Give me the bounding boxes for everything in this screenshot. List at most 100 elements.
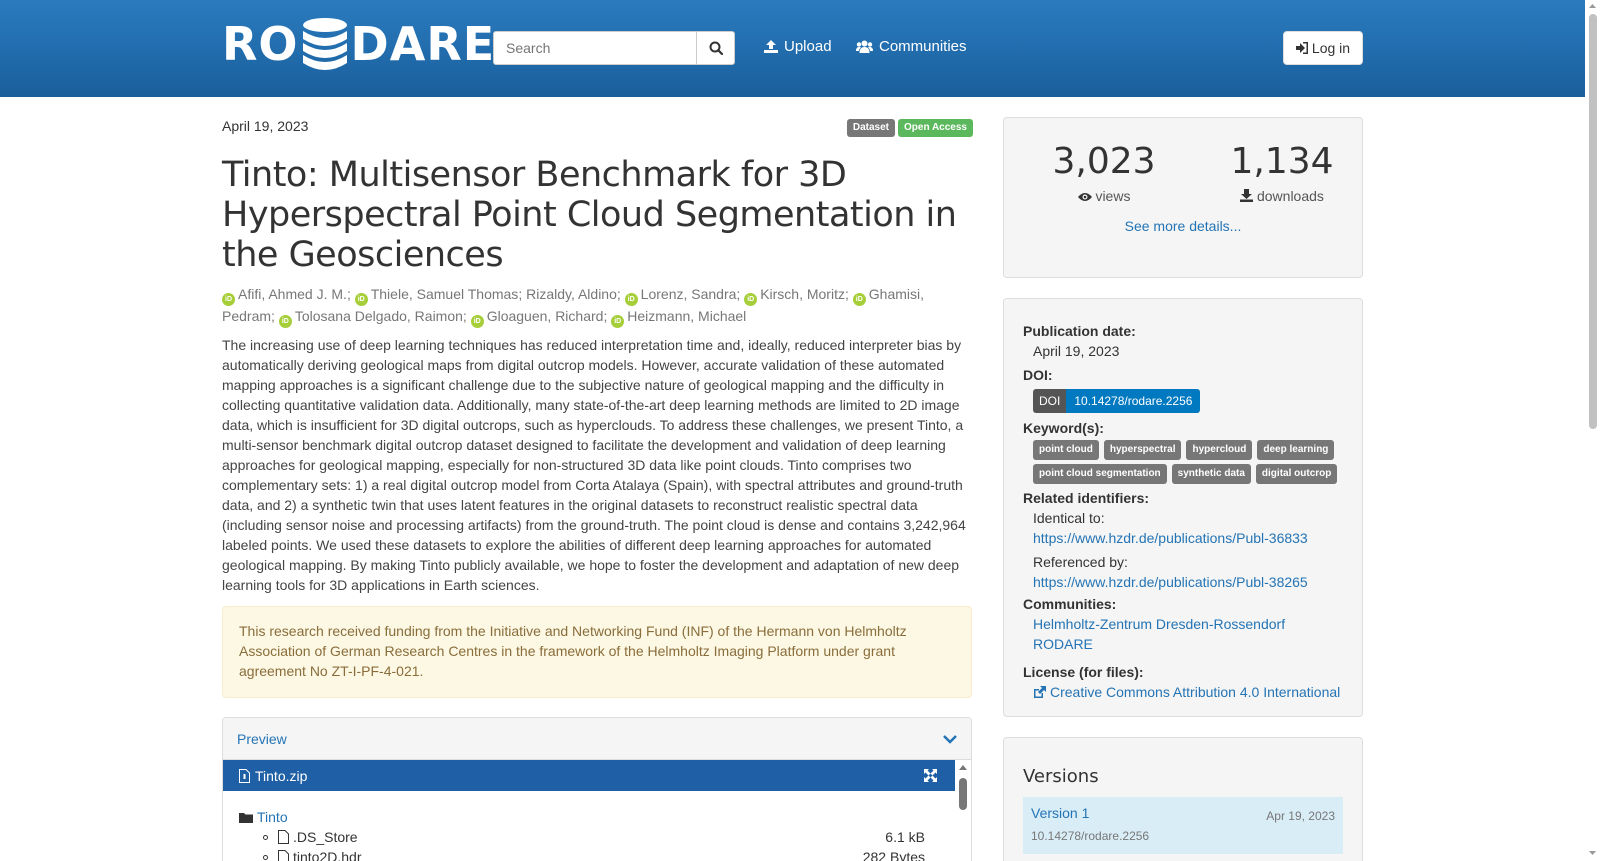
views-label: views <box>1095 188 1131 204</box>
expand-icon[interactable] <box>924 769 937 782</box>
keyword-badge[interactable]: hypercloud <box>1186 440 1253 460</box>
communities-meta-label: Communities: <box>1023 596 1117 612</box>
search-icon <box>709 41 723 55</box>
downloads-stat: 1,134 downloads <box>1202 140 1362 204</box>
rodare-logo[interactable]: RO DARE <box>222 16 495 72</box>
author-item: iD Afifi, Ahmed J. M. <box>222 286 347 306</box>
author-item: iD Tolosana Delgado, Raimon <box>278 308 463 328</box>
folder-link[interactable]: Tinto <box>257 809 288 825</box>
page-scrollbar-thumb[interactable] <box>1589 14 1597 429</box>
search-button[interactable] <box>696 31 735 65</box>
keyword-badge[interactable]: synthetic data <box>1171 464 1251 484</box>
file-icon <box>278 850 289 861</box>
file-item: .DS_Store 6.1 kB <box>239 827 925 847</box>
download-icon <box>1240 189 1254 202</box>
author-name: Afifi, Ahmed J. M. <box>238 286 347 302</box>
versions-title: Versions <box>1023 766 1099 787</box>
logo-text-left: RO <box>222 17 299 71</box>
downloads-label: downloads <box>1256 188 1324 204</box>
stats-panel: 3,023 views 1,134 downloads See more det… <box>1003 117 1363 278</box>
record-date: April 19, 2023 <box>222 118 309 134</box>
preview-scrollbar[interactable] <box>957 762 969 861</box>
upload-link[interactable]: Upload <box>764 38 832 55</box>
file-tree: Tinto .DS_Store 6.1 kB tinto2D.hdr 282 B… <box>223 791 955 861</box>
author-name: Gloaguen, Richard <box>486 308 604 324</box>
preview-label: Preview <box>237 730 287 747</box>
referenced-by-label: Referenced by: <box>1033 554 1128 570</box>
community-link-rodare[interactable]: RODARE <box>1033 636 1093 652</box>
author-name: Rizaldy, Aldino <box>526 286 617 302</box>
community-link-hzdr[interactable]: Helmholtz-Zentrum Dresden-Rossendorf <box>1033 616 1285 632</box>
users-icon <box>856 40 873 53</box>
file-icon <box>278 830 289 844</box>
author-item: iD Lorenz, Sandra <box>624 286 737 306</box>
search-input[interactable] <box>493 31 697 65</box>
file-item: tinto2D.hdr 282 Bytes <box>239 847 925 861</box>
database-icon <box>301 17 349 71</box>
orcid-icon[interactable]: iD <box>278 315 292 328</box>
orcid-icon[interactable]: iD <box>744 293 758 306</box>
file-size: 282 Bytes <box>862 849 925 861</box>
authors-list: iD Afifi, Ahmed J. M.; iD Thiele, Samuel T… <box>222 284 974 328</box>
author-item: iD Kirsch, Moritz <box>744 286 845 306</box>
author-name: Tolosana Delgado, Raimon <box>294 308 463 324</box>
file-name: tinto2D.hdr <box>293 849 362 861</box>
login-button[interactable]: Log in <box>1283 31 1363 65</box>
zip-file-icon <box>239 768 250 783</box>
sign-in-icon <box>1295 42 1308 54</box>
version-doi: 10.14278/rodare.2256 <box>1031 829 1150 843</box>
orcid-icon[interactable]: iD <box>624 293 638 306</box>
preview-file-name: Tinto.zip <box>255 767 308 784</box>
keyword-badge[interactable]: point cloud segmentation <box>1033 464 1167 484</box>
chevron-down-icon[interactable] <box>943 734 957 744</box>
file-name: .DS_Store <box>293 829 358 845</box>
record-title: Tinto: Multisensor Benchmark for 3D Hype… <box>222 155 957 275</box>
see-more-details-link[interactable]: See more details... <box>1004 218 1362 234</box>
communities-label: Communities <box>879 38 967 55</box>
communities-link[interactable]: Communities <box>856 38 967 55</box>
resource-type-badge: Dataset <box>846 119 895 137</box>
keyword-badge[interactable]: hyperspectral <box>1103 440 1182 460</box>
keywords-label: Keyword(s): <box>1023 420 1104 436</box>
author-item: iD Heizmann, Michael <box>611 308 747 328</box>
list-bullet <box>263 834 268 840</box>
license-link[interactable]: Creative Commons Attribution 4.0 Interna… <box>1033 682 1340 702</box>
orcid-icon[interactable]: iD <box>470 315 484 328</box>
views-count: 3,023 <box>1052 141 1156 182</box>
referenced-by-link[interactable]: https://www.hzdr.de/publications/Publ-38… <box>1033 574 1308 590</box>
keyword-badge[interactable]: point cloud <box>1033 440 1099 460</box>
keyword-list: point cloud hyperspectral hypercloud dee… <box>1033 440 1343 484</box>
version-link[interactable]: Version 1 <box>1031 805 1089 821</box>
downloads-count: 1,134 <box>1230 141 1334 182</box>
orcid-icon[interactable]: iD <box>354 293 368 306</box>
author-name: Lorenz, Sandra <box>640 286 737 302</box>
login-label: Log in <box>1311 40 1351 56</box>
page-scrollbar[interactable] <box>1585 0 1600 861</box>
keyword-badge[interactable]: digital outcrop <box>1255 464 1338 484</box>
identical-to-label: Identical to: <box>1033 510 1105 526</box>
author-item: iD Thiele, Samuel Thomas <box>354 286 518 306</box>
access-badge: Open Access <box>898 119 973 137</box>
file-size: 6.1 kB <box>885 829 925 845</box>
record-badges: Dataset Open Access <box>846 119 973 137</box>
external-link-icon <box>1034 685 1046 698</box>
doi-badge-prefix: DOI <box>1033 389 1067 413</box>
preview-panel: Preview Tinto.zip Tinto .DS_Store 6.1 kB… <box>222 717 972 861</box>
orcid-icon[interactable]: iD <box>852 293 866 306</box>
eye-icon <box>1077 193 1092 201</box>
folder-icon <box>239 812 253 823</box>
orcid-icon[interactable]: iD <box>222 293 235 306</box>
author-item: Rizaldy, Aldino <box>526 286 617 302</box>
funding-notice: This research received funding from the … <box>222 606 972 698</box>
folder-item[interactable]: Tinto <box>239 807 925 827</box>
top-navbar: RO DARE Upload <box>0 0 1585 97</box>
version-date: Apr 19, 2023 <box>1266 809 1335 823</box>
version-row: Version 1 Apr 19, 2023 10.14278/rodare.2… <box>1023 797 1343 854</box>
identical-to-link[interactable]: https://www.hzdr.de/publications/Publ-36… <box>1033 530 1308 546</box>
keyword-badge[interactable]: deep learning <box>1257 440 1335 460</box>
author-name: Heizmann, Michael <box>627 308 747 324</box>
doi-badge[interactable]: DOI 10.14278/rodare.2256 <box>1033 389 1201 413</box>
preview-header[interactable]: Preview <box>223 718 971 760</box>
license-label: License (for files): <box>1023 664 1144 680</box>
orcid-icon[interactable]: iD <box>611 315 625 328</box>
